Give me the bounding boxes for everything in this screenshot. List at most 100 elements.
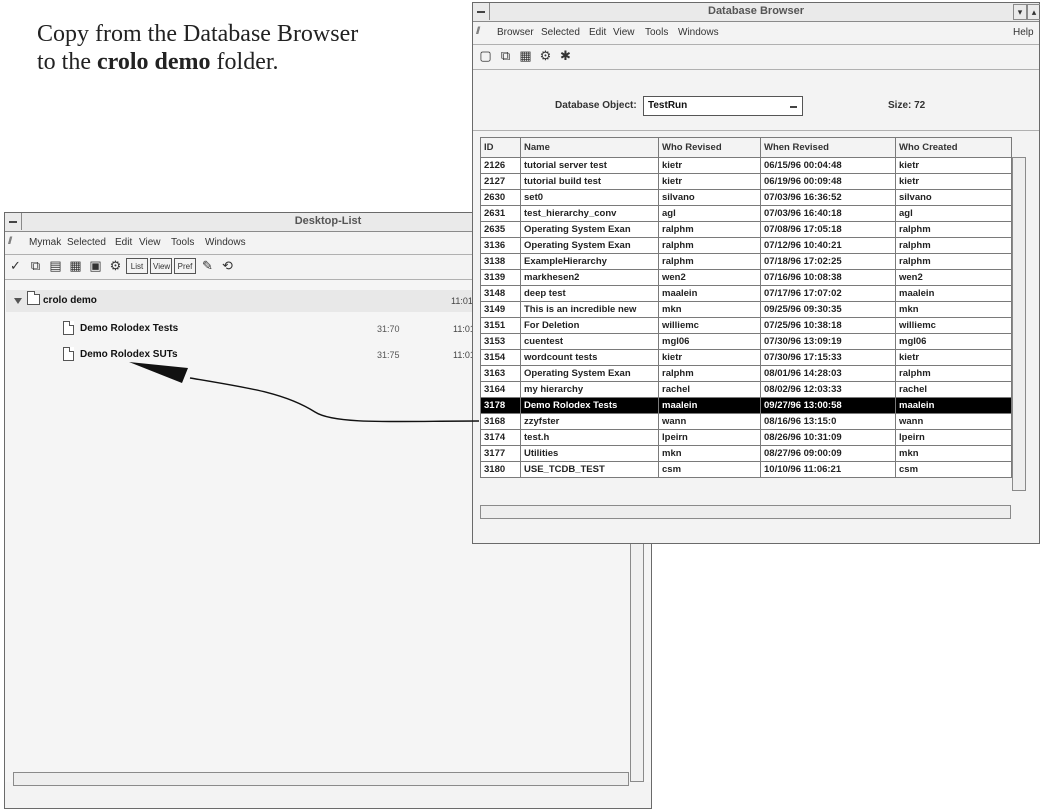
cell-name: deep test [520,285,659,302]
column-header-name[interactable]: Name [520,137,659,158]
table-row[interactable]: 3154 wordcount tests kietr 07/30/96 17:15:3… [480,349,1012,366]
cell-who-revised: rachel [658,381,761,398]
cell-who-revised: mkn [658,445,761,462]
cell-id: 3180 [480,461,521,478]
menu-mymak[interactable]: Mymak [29,237,61,248]
database-browser-titlebar[interactable]: Database Browser ▾ ▴ [473,3,1040,22]
cell-id: 2635 [480,221,521,238]
table-row[interactable]: 2630 set0 silvano 07/03/96 16:36:52 silvano [480,189,1012,206]
menu-view[interactable]: View [613,27,635,38]
open-icon[interactable]: ▢ [477,48,494,64]
column-header-id[interactable]: ID [480,137,521,158]
filter-icon[interactable]: ⚙ [537,48,554,64]
cell-who-revised: silvano [658,189,761,206]
table-row[interactable]: 3139 markhesen2 wen2 07/16/96 10:08:38 wen2 [480,269,1012,286]
column-header-when-revised[interactable]: When Revised [760,137,896,158]
check-icon[interactable]: ✓ [7,258,24,274]
save-icon[interactable]: ▣ [87,258,104,274]
table-row[interactable]: 3164 my hierarchy rachel 08/02/96 12:03:33 r… [480,381,1012,398]
table-row[interactable]: 3149 This is an incredible new mkn 09/25/96… [480,301,1012,318]
menu-selected[interactable]: Selected [67,237,106,248]
menu-tools[interactable]: Tools [171,237,194,248]
filter-icon[interactable]: ⚙ [107,258,124,274]
cell-id: 3177 [480,445,521,462]
menubar: /// Browser Selected Edit View Tools Win… [473,22,1039,45]
table-row[interactable]: 3174 test.h lpeirn 08/26/96 10:31:09 lpeirn [480,429,1012,446]
cell-when-revised: 08/27/96 09:00:09 [760,445,896,462]
cell-who-created: agl [895,205,1012,222]
column-header-who-created[interactable]: Who Created [895,137,1012,158]
db-object-select[interactable]: TestRun [643,96,803,116]
list-button[interactable]: List [126,258,148,274]
cell-name: Operating System Exan [520,237,659,254]
db-object-label: Database Object: [555,100,637,111]
table-row[interactable]: 3177 Utilities mkn 08/27/96 09:00:09 mkn [480,445,1012,462]
cell-who-created: mgl06 [895,333,1012,350]
window-title: Database Browser [708,5,804,17]
minimize-button[interactable]: ▾ [1013,4,1027,20]
cell-id: 3163 [480,365,521,382]
menu-selected[interactable]: Selected [541,27,580,38]
copy-icon[interactable]: ⧉ [497,48,514,64]
cell-when-revised: 07/12/96 10:40:21 [760,237,896,254]
vertical-scrollbar[interactable] [1012,157,1026,491]
table-row[interactable]: 2127 tutorial build test kietr 06/19/96 00:… [480,173,1012,190]
copy-icon[interactable]: ⧉ [27,258,44,274]
table-row[interactable]: 2631 test_hierarchy_conv agl 07/03/96 16:40… [480,205,1012,222]
tool-icon[interactable]: ✱ [557,48,574,64]
table-row[interactable]: 3178 Demo Rolodex Tests maalein 09/27/96 13… [480,397,1012,414]
dropdown-arrow-icon [790,106,797,108]
cell-who-revised: maalein [658,397,761,414]
table-row[interactable]: 3148 deep test maalein 07/17/96 17:07:02 maa… [480,285,1012,302]
cell-who-created: kietr [895,157,1012,174]
cell-when-revised: 07/17/96 17:07:02 [760,285,896,302]
folder-name: crolo demo [43,295,97,306]
cell-name: tutorial build test [520,173,659,190]
document-icon [63,347,74,361]
table-row[interactable]: 3151 For Deletion williemc 07/25/96 10:38:1… [480,317,1012,334]
tree-icon[interactable]: ▦ [517,48,534,64]
cell-id: 3151 [480,317,521,334]
table-row[interactable]: 3180 USE_TCDB_TEST csm 10/10/96 11:06:21 csm [480,461,1012,478]
table-row[interactable]: 3168 zzyfster wann 08/16/96 13:15:0 wann [480,413,1012,430]
caption-folder-name: crolo demo [97,49,211,75]
view-button[interactable]: View [150,258,172,274]
cell-name: zzyfster [520,413,659,430]
table-row[interactable]: 2635 Operating System Exan ralphm 07/08/96 … [480,221,1012,238]
horizontal-scrollbar[interactable] [13,772,629,786]
cell-when-revised: 07/30/96 17:15:33 [760,349,896,366]
cell-name: test_hierarchy_conv [520,205,659,222]
menu-view[interactable]: View [139,237,161,248]
tree-icon[interactable]: ▦ [67,258,84,274]
menu-windows[interactable]: Windows [678,27,719,38]
maximize-button[interactable]: ▴ [1027,4,1040,20]
cell-who-revised: mgl06 [658,333,761,350]
edit-icon[interactable]: ✎ [199,258,216,274]
menu-help[interactable]: Help [1013,27,1034,38]
menu-edit[interactable]: Edit [115,237,132,248]
table-row[interactable]: 3163 Operating System Exan ralphm 08/01/96 … [480,365,1012,382]
pref-button[interactable]: Pref [174,258,196,274]
menu-windows[interactable]: Windows [205,237,246,248]
cell-who-revised: wann [658,413,761,430]
cell-who-created: mkn [895,301,1012,318]
cell-id: 3154 [480,349,521,366]
cell-id: 3139 [480,269,521,286]
menu-browser[interactable]: Browser [497,27,534,38]
cell-when-revised: 08/01/96 14:28:03 [760,365,896,382]
expand-triangle-icon[interactable] [14,298,22,304]
menu-edit[interactable]: Edit [589,27,606,38]
horizontal-scrollbar[interactable] [480,505,1011,519]
table-row[interactable]: 3136 Operating System Exan ralphm 07/12/96 … [480,237,1012,254]
paste-icon[interactable]: ▤ [47,258,64,274]
table-row[interactable]: 3153 cuentest mgl06 07/30/96 13:09:19 mgl06 [480,333,1012,350]
menu-tools[interactable]: Tools [645,27,668,38]
cell-name: tutorial server test [520,157,659,174]
cell-when-revised: 07/18/96 17:02:25 [760,253,896,270]
table-row[interactable]: 3138 ExampleHierarchy ralphm 07/18/96 17:02… [480,253,1012,270]
cell-who-revised: kietr [658,173,761,190]
table-row[interactable]: 2126 tutorial server test kietr 06/15/96 00… [480,157,1012,174]
column-header-who-revised[interactable]: Who Revised [658,137,761,158]
database-table: ID Name Who Revised When Revised Who Cre… [480,137,1012,478]
refresh-icon[interactable]: ⟲ [219,258,236,274]
